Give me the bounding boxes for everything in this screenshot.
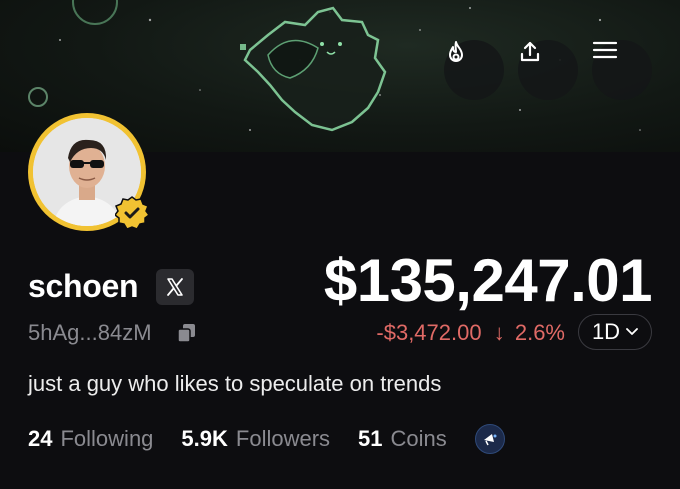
wallet-address: 5hAg...84zM bbox=[28, 320, 152, 345]
down-arrow-icon: ↓ bbox=[493, 320, 505, 345]
profile-stats: 24 Following 5.9K Followers 51 Coins bbox=[28, 424, 505, 454]
profile-bio: just a guy who likes to speculate on tre… bbox=[28, 371, 442, 396]
username: schoen bbox=[28, 268, 139, 304]
flame-icon bbox=[449, 41, 463, 62]
menu-button[interactable] bbox=[592, 40, 652, 100]
following-count: 24 bbox=[28, 426, 53, 451]
copy-icon[interactable] bbox=[176, 322, 198, 344]
menu-icon bbox=[592, 41, 618, 59]
coin-badge-icon[interactable] bbox=[474, 424, 505, 454]
period-selector[interactable]: 1D bbox=[578, 314, 652, 350]
x-logo-icon bbox=[167, 278, 183, 296]
coins-count: 51 bbox=[358, 426, 383, 451]
share-icon bbox=[520, 41, 540, 62]
portfolio-change: -$3,472.00 ↓ 2.6% bbox=[376, 320, 565, 346]
share-button[interactable] bbox=[518, 40, 578, 100]
chevron-down-icon bbox=[626, 328, 638, 335]
change-percent: 2.6% bbox=[514, 320, 565, 345]
change-amount: -$3,472.00 bbox=[376, 320, 482, 345]
following-stat[interactable]: 24 Following bbox=[28, 426, 153, 452]
portfolio-balance: $135,247.01 bbox=[323, 247, 653, 314]
following-label: Following bbox=[60, 426, 154, 451]
followers-stat[interactable]: 5.9K Followers bbox=[181, 426, 330, 452]
x-profile-link[interactable] bbox=[156, 269, 194, 305]
period-label: 1D bbox=[591, 319, 621, 344]
verified-badge-icon bbox=[115, 196, 149, 230]
followers-count: 5.9K bbox=[181, 426, 228, 451]
megaphone-icon bbox=[483, 434, 497, 446]
coins-label: Coins bbox=[390, 426, 447, 451]
followers-label: Followers bbox=[235, 426, 331, 451]
coins-stat[interactable]: 51 Coins bbox=[358, 426, 447, 452]
boost-button[interactable] bbox=[444, 40, 504, 100]
